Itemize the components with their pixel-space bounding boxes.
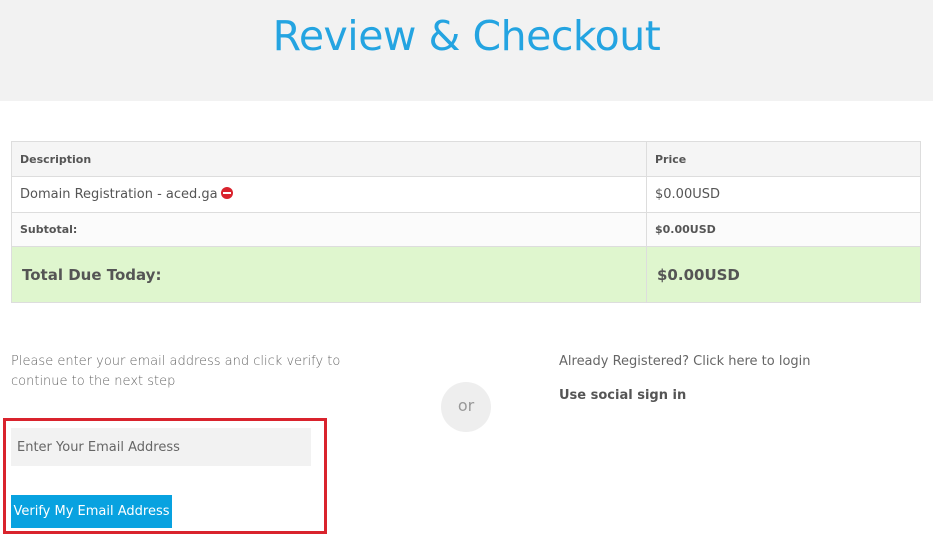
verify-instructions: Please enter your email address and clic… bbox=[11, 354, 341, 389]
social-sign-in-label: Use social sign in bbox=[559, 388, 687, 403]
login-link[interactable]: Already Registered? Click here to login bbox=[559, 352, 811, 372]
page-title: Review & Checkout bbox=[272, 12, 661, 60]
column-header-description: Description bbox=[11, 141, 647, 177]
total-label: Total Due Today: bbox=[11, 246, 647, 303]
subtotal-row: Subtotal: $0.00USD bbox=[11, 212, 921, 247]
item-description: Domain Registration - aced.ga bbox=[20, 187, 218, 202]
remove-icon[interactable] bbox=[220, 187, 233, 199]
subtotal-label: Subtotal: bbox=[11, 212, 647, 247]
item-description-cell: Domain Registration - aced.ga bbox=[11, 176, 647, 213]
total-value: $0.00USD bbox=[646, 246, 921, 303]
table-row: Domain Registration - aced.ga $0.00USD bbox=[11, 176, 921, 213]
page-header: Review & Checkout bbox=[0, 0, 933, 101]
cart-table: Description Price Domain Registration - … bbox=[11, 141, 921, 303]
column-header-price: Price bbox=[646, 141, 921, 177]
email-field[interactable] bbox=[11, 428, 311, 466]
subtotal-value: $0.00USD bbox=[646, 212, 921, 247]
item-price: $0.00USD bbox=[646, 176, 921, 213]
or-divider: or bbox=[441, 382, 491, 432]
verify-email-button[interactable]: Verify My Email Address bbox=[11, 495, 172, 528]
table-header-row: Description Price bbox=[11, 141, 921, 177]
total-row: Total Due Today: $0.00USD bbox=[11, 246, 921, 303]
